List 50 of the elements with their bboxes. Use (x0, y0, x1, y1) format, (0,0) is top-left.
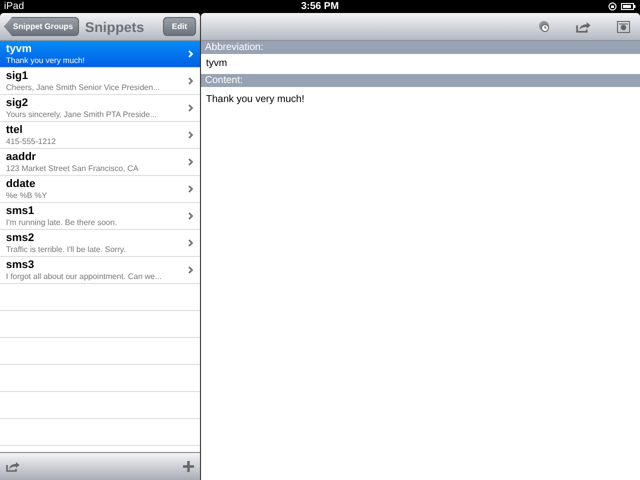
add-icon[interactable] (183, 461, 194, 472)
snippet-row[interactable]: sig2 Yours sincerely, Jane Smith PTA Preside... (0, 95, 200, 122)
snippet-preview: 415-555-1212 (6, 136, 57, 146)
section-header: Abbreviation: (201, 41, 640, 54)
snippet-preview: I forgot all about our appointment. Can we... (6, 272, 163, 282)
back-button[interactable]: Snippet Groups (4, 17, 79, 36)
snippet-preview: Yours sincerely, Jane Smith PTA Preside... (6, 110, 158, 120)
snippet-row[interactable]: tyvm Thank you very much! (0, 41, 200, 68)
snippet-row[interactable]: sms3 I forgot all about our appointment. Can we... (0, 257, 200, 284)
content-text: Thank you very much! (205, 93, 306, 107)
snippet-abbreviation: ddate (6, 178, 36, 190)
chevron-icon (188, 104, 194, 112)
chevron-icon (188, 158, 194, 166)
snippet-abbreviation: sig2 (6, 96, 30, 110)
snippet-abbreviation: aaddr (6, 150, 37, 164)
chevron-icon (188, 50, 194, 58)
snippet-abbreviation: sms2 (6, 232, 36, 244)
snippet-preview: Traffic is terrible. I'll be late. Sorry. (6, 244, 127, 254)
chevron-icon (188, 185, 194, 193)
snippet-row[interactable]: ttel 415-555-1212 (0, 122, 200, 149)
snippet-abbreviation: sms1 (6, 204, 36, 218)
share-icon[interactable] (576, 20, 591, 32)
snippet-preview: Cheers, Jane Smith Senior Vice Presiden... (6, 82, 161, 92)
device-name: iPad (4, 1, 24, 12)
globe-clock-icon[interactable] (538, 20, 550, 33)
snippet-abbreviation: sig1 (6, 70, 30, 82)
snippet-preview: %e %B %Y (6, 190, 48, 200)
chevron-icon (188, 131, 194, 139)
snippet-row[interactable]: sms2 Traffic is terrible. I'll be late. Sorry. (0, 230, 200, 257)
snippet-preview: Thank you very much! (6, 56, 86, 66)
chevron-icon (188, 77, 194, 85)
nav-title: Snippets (85, 18, 146, 34)
snippet-row[interactable]: sms1 I'm running late. Be there soon. (0, 203, 200, 230)
snippet-abbreviation: tyvm (6, 42, 33, 56)
chevron-icon (188, 212, 194, 220)
chevron-icon (188, 239, 194, 247)
snippet-preview: 123 Market Street San Francisco, CA (6, 164, 140, 174)
chevron-icon (188, 266, 194, 274)
rotation-lock-icon (608, 2, 617, 11)
share-icon[interactable] (6, 461, 20, 472)
battery-icon (621, 3, 636, 10)
snippet-preview: I'm running late. Be there soon. (6, 218, 118, 228)
snippet-row[interactable]: aaddr 123 Market Street San Francisco, CA (0, 149, 200, 176)
snippet-abbreviation: sms3 (6, 258, 36, 272)
section-header: Content: (201, 74, 640, 87)
photo-icon[interactable] (617, 20, 630, 32)
snippet-abbreviation: ttel (6, 124, 24, 136)
snippet-row[interactable]: ddate %e %B %Y (0, 176, 200, 203)
snippet-row[interactable]: sig1 Cheers, Jane Smith Senior Vice Presiden... (0, 68, 200, 95)
clock-time: 3:56 PM (301, 1, 339, 12)
